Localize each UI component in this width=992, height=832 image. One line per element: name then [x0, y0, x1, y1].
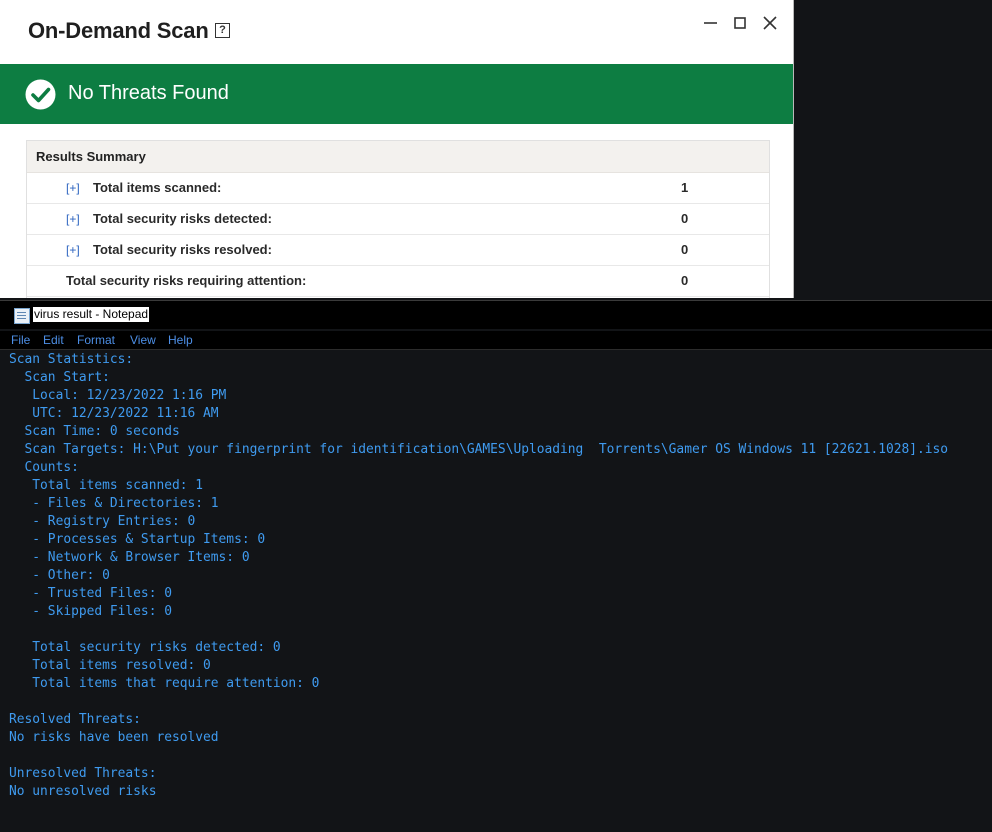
text-line: Scan Targets: H:\Put your fingerprint fo…	[9, 442, 949, 457]
maximize-button[interactable]	[727, 10, 753, 36]
notepad-window: virus result - Notepad File Edit Format …	[0, 300, 992, 832]
text-line: - Skipped Files: 0	[9, 604, 172, 619]
menu-format[interactable]: Format	[77, 333, 117, 347]
text-line: - Network & Browser Items: 0	[9, 550, 250, 565]
result-row-items-scanned: [+] Total items scanned: 1	[27, 173, 769, 204]
menu-help[interactable]: Help	[168, 333, 198, 347]
results-summary: Results Summary [+] Total items scanned:…	[26, 140, 770, 298]
expand-button[interactable]: [+]	[66, 204, 80, 234]
expand-button[interactable]: [+]	[66, 235, 80, 265]
result-row-risks-attention: Total security risks requiring attention…	[27, 266, 769, 297]
text-line: - Other: 0	[9, 568, 110, 583]
text-line: - Registry Entries: 0	[9, 514, 196, 529]
text-line: UTC: 12/23/2022 11:16 AM	[9, 406, 219, 421]
menu-file[interactable]: File	[11, 333, 33, 347]
result-label: Total items scanned:	[93, 180, 222, 195]
notepad-menubar: File Edit Format View Help	[0, 331, 992, 350]
notepad-titlebar: virus result - Notepad	[0, 301, 992, 329]
minimize-icon	[704, 22, 717, 24]
text-line: Total items that require attention: 0	[9, 676, 320, 691]
result-label: Total security risks resolved:	[93, 242, 272, 257]
notepad-text-area[interactable]: Scan Statistics: Scan Start: Local: 12/2…	[9, 351, 948, 801]
result-value: 0	[681, 242, 689, 257]
text-line: No risks have been resolved	[9, 730, 219, 745]
text-line: Unresolved Threats:	[9, 766, 157, 781]
result-row-risks-detected: [+] Total security risks detected: 0	[27, 204, 769, 235]
notepad-icon	[14, 308, 30, 324]
notepad-title: virus result - Notepad	[33, 307, 150, 322]
close-button[interactable]	[757, 10, 783, 36]
text-line: Scan Start:	[9, 370, 110, 385]
text-line: - Processes & Startup Items: 0	[9, 532, 266, 547]
expand-button[interactable]: [+]	[66, 173, 80, 203]
result-value: 0	[681, 273, 689, 288]
scan-title: On-Demand Scan	[28, 18, 209, 43]
help-icon[interactable]: ?	[215, 23, 230, 38]
text-line: Total security risks detected: 0	[9, 640, 281, 655]
text-line: - Trusted Files: 0	[9, 586, 172, 601]
menu-view[interactable]: View	[130, 333, 160, 347]
scan-titlebar: On-Demand Scan ?	[0, 0, 793, 64]
text-line: Total items scanned: 1	[9, 478, 204, 493]
menu-edit[interactable]: Edit	[43, 333, 65, 347]
text-line: - Files & Directories: 1	[9, 496, 219, 511]
result-value: 1	[681, 180, 689, 195]
checkmark-circle-icon	[25, 79, 56, 110]
text-line: Counts:	[9, 460, 79, 475]
status-banner: No Threats Found	[0, 64, 793, 124]
text-line: Scan Time: 0 seconds	[9, 424, 180, 439]
result-label: Total security risks detected:	[93, 211, 272, 226]
text-line: No unresolved risks	[9, 784, 157, 799]
minimize-button[interactable]	[698, 10, 724, 36]
text-line: Total items resolved: 0	[9, 658, 211, 673]
result-label: Total security risks requiring attention…	[66, 273, 307, 288]
text-line: Scan Statistics:	[9, 352, 134, 367]
close-icon	[763, 16, 777, 30]
result-row-risks-resolved: [+] Total security risks resolved: 0	[27, 235, 769, 266]
scan-window: On-Demand Scan ? No Threats Found Result…	[0, 0, 794, 298]
result-value: 0	[681, 211, 689, 226]
text-line: Local: 12/23/2022 1:16 PM	[9, 388, 227, 403]
status-text: No Threats Found	[68, 82, 229, 104]
maximize-icon	[734, 17, 746, 29]
results-summary-header: Results Summary	[27, 141, 769, 173]
text-line: Resolved Threats:	[9, 712, 141, 727]
